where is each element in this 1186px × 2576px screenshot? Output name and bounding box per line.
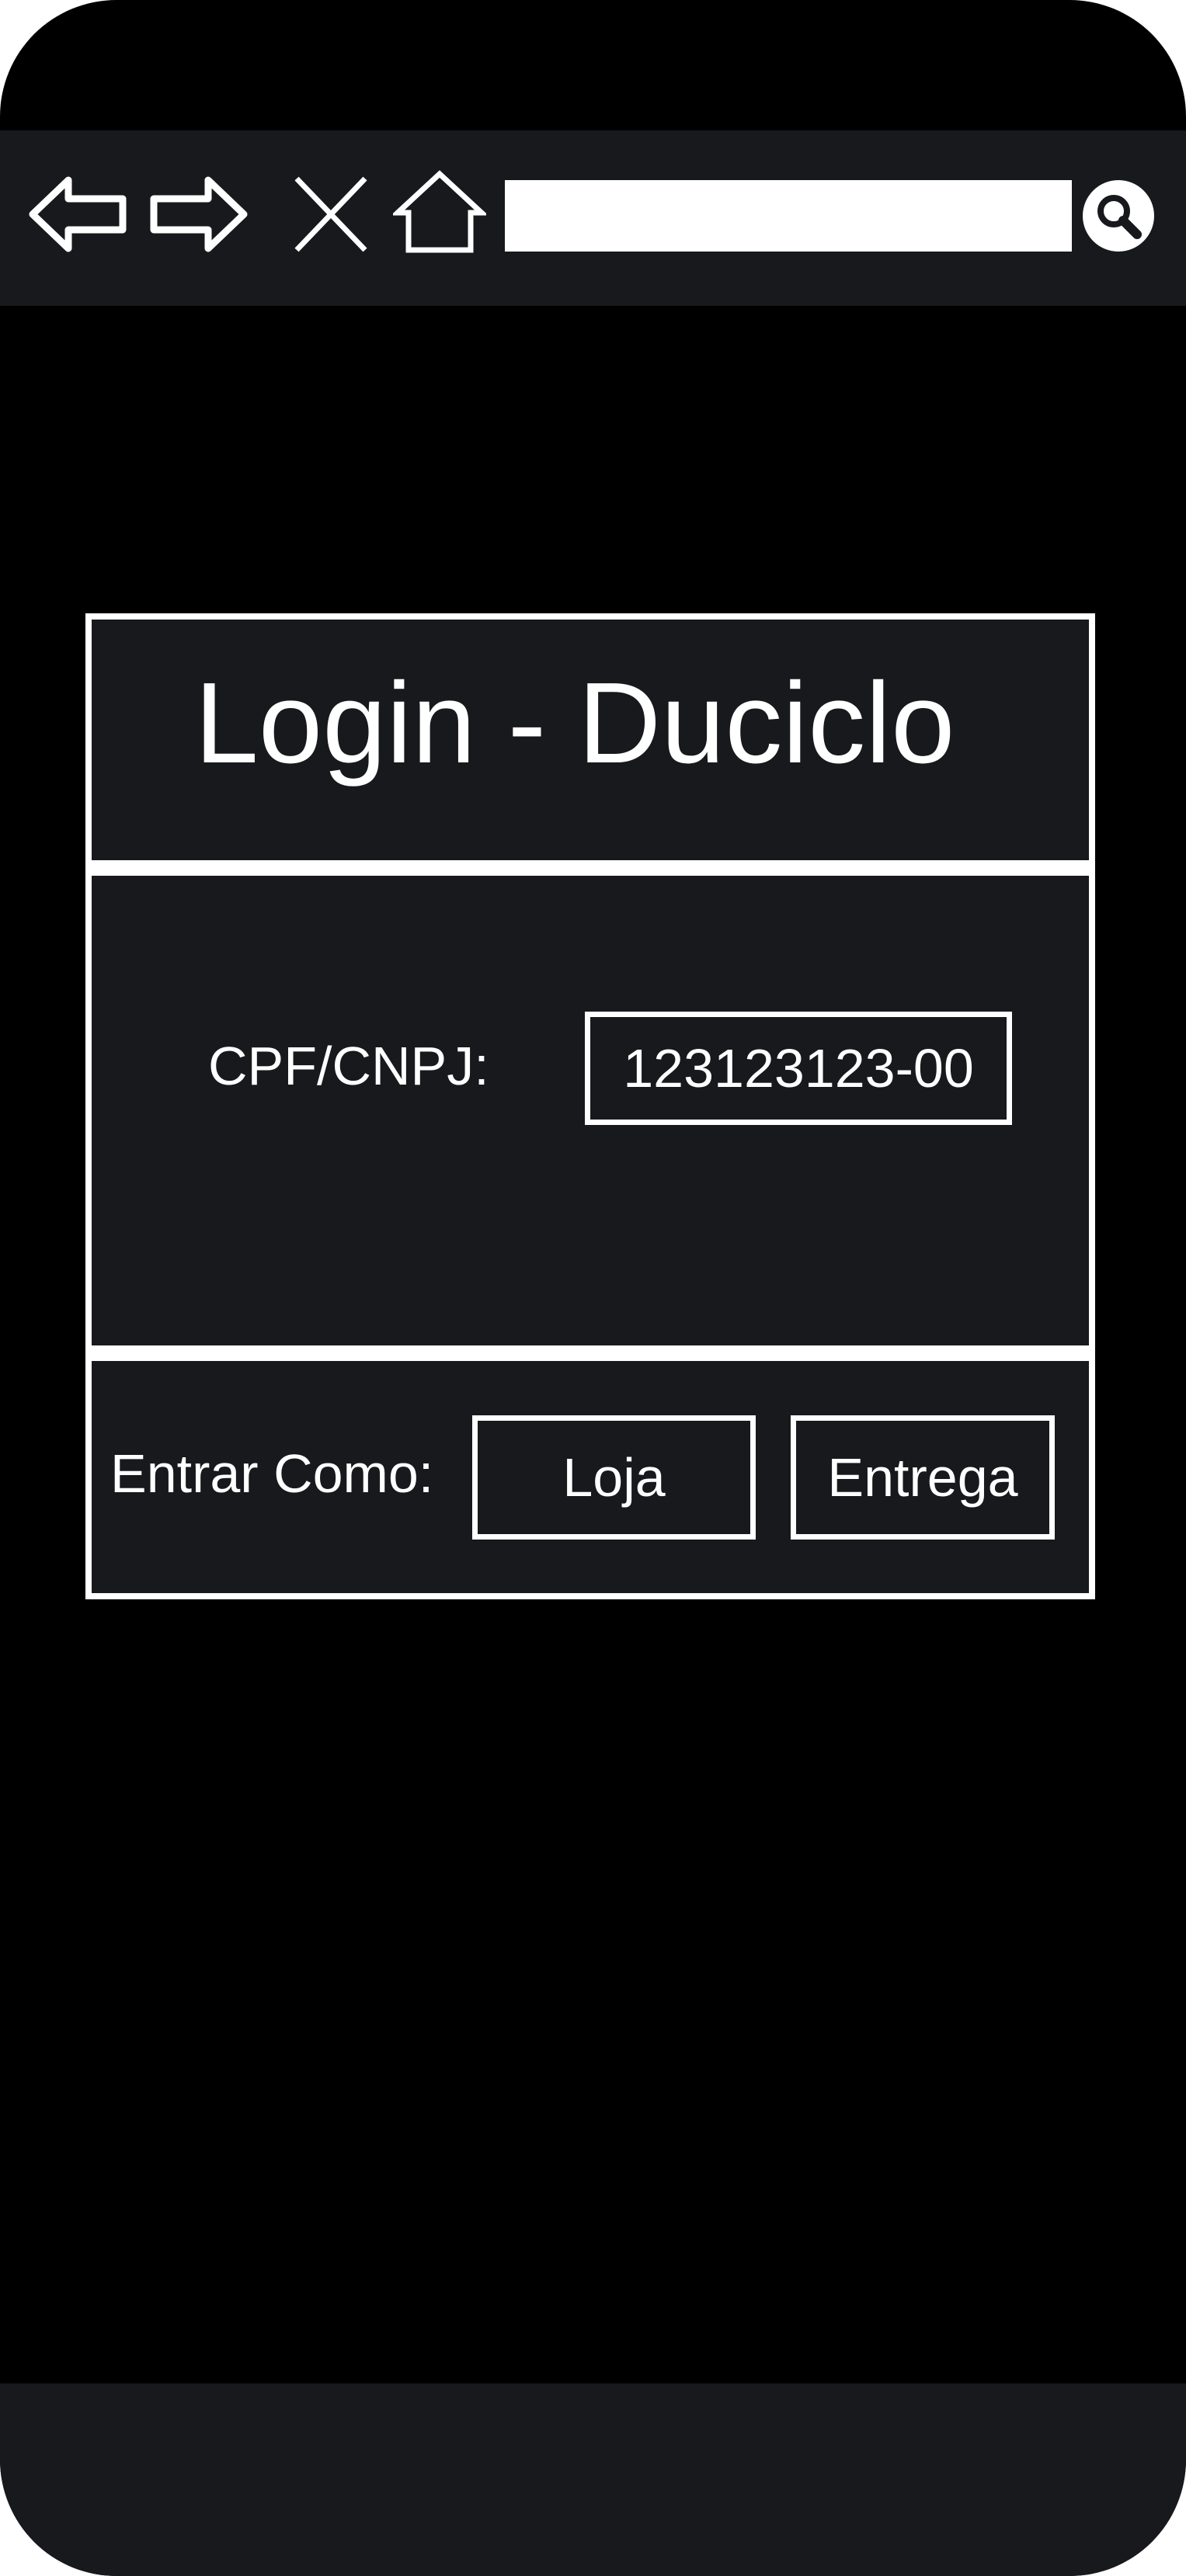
- url-input[interactable]: [505, 180, 1072, 252]
- cpf-field[interactable]: [585, 1012, 1012, 1125]
- entrar-section: Entrar Como: Loja Entrega: [92, 1361, 1089, 1587]
- cpf-section: CPF/CNPJ:: [92, 876, 1089, 1345]
- search-button[interactable]: [1083, 180, 1154, 252]
- bottom-bar: [0, 2383, 1186, 2576]
- page-title: Login - Duciclo: [194, 659, 955, 787]
- back-arrow-icon[interactable]: [28, 174, 129, 255]
- entrega-button[interactable]: Entrega: [791, 1415, 1055, 1540]
- forward-arrow-icon[interactable]: [148, 174, 249, 255]
- phone-frame: Login - Duciclo CPF/CNPJ: Entrar Como: L…: [0, 0, 1186, 2576]
- entrar-como-label: Entrar Como:: [110, 1443, 434, 1504]
- divider: [92, 860, 1089, 876]
- search-icon: [1097, 195, 1142, 239]
- divider: [92, 1345, 1089, 1361]
- close-icon[interactable]: [292, 174, 370, 255]
- cpf-label: CPF/CNPJ:: [208, 1036, 489, 1096]
- title-section: Login - Duciclo: [92, 620, 1089, 860]
- browser-toolbar: [0, 130, 1186, 306]
- loja-button[interactable]: Loja: [472, 1415, 756, 1540]
- home-icon[interactable]: [393, 169, 486, 255]
- login-panel: Login - Duciclo CPF/CNPJ: Entrar Como: L…: [85, 613, 1095, 1599]
